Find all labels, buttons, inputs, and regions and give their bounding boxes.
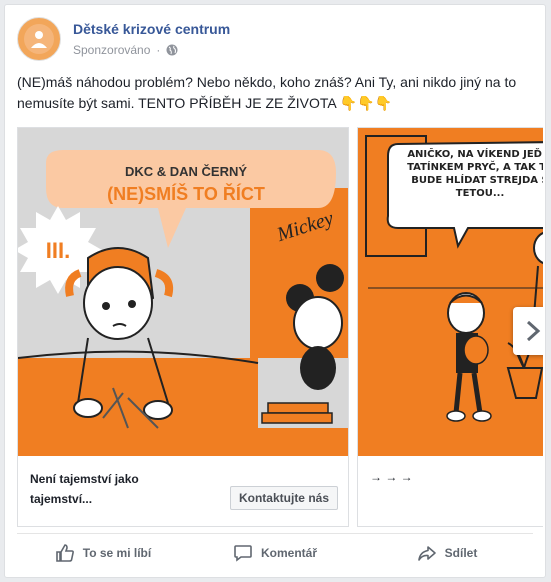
bubble-title: (NE)SMÍŠ TO ŘÍCT: [107, 183, 265, 204]
post-header: Dětské krizové centrum Sponzorováno ·: [17, 17, 533, 61]
post-actions-bar: To se mi líbí Komentář Sdílet: [17, 533, 533, 572]
thumbs-up-icon: [55, 544, 74, 562]
comic-speech-text: ANIČKO, NA VÍKEND JEĎ S TATÍNKEM PRYČ, A…: [407, 149, 543, 199]
like-button[interactable]: To se mi líbí: [17, 534, 189, 572]
comic-image-1[interactable]: Mickey DKC & DAN ČERNÝ (NE)SMÍŠ TO ŘÍCT …: [18, 128, 348, 456]
ad-carousel: Mickey DKC & DAN ČERNÝ (NE)SMÍŠ TO ŘÍCT …: [17, 127, 543, 532]
share-icon: [417, 546, 436, 561]
post-text: (NE)máš náhodou problém? Nebo někdo, koh…: [17, 74, 517, 111]
sponsored-label[interactable]: Sponzorováno: [73, 43, 150, 57]
carousel-card-1[interactable]: Mickey DKC & DAN ČERNÝ (NE)SMÍŠ TO ŘÍCT …: [17, 127, 349, 527]
share-button[interactable]: Sdílet: [361, 534, 533, 572]
sponsored-line: Sponzorováno ·: [73, 43, 178, 57]
like-label: To se mi líbí: [82, 546, 152, 560]
carousel-card-1-title[interactable]: Není tajemství jako tajemství...: [30, 469, 200, 509]
contact-us-button[interactable]: Kontaktujte nás: [229, 486, 338, 510]
comment-label: Komentář: [260, 546, 317, 560]
carousel-next-button[interactable]: [513, 307, 543, 355]
globe-icon[interactable]: [166, 44, 178, 56]
roman-numeral: III.: [46, 238, 70, 263]
carousel-card-1-footer: Není tajemství jako tajemství... Kontakt…: [18, 456, 348, 526]
chevron-right-icon: [526, 320, 541, 342]
page-avatar[interactable]: [17, 17, 61, 61]
comment-icon: [234, 545, 252, 562]
page-name-link[interactable]: Dětské krizové centrum: [73, 21, 230, 37]
sponsored-post-card: Dětské krizové centrum Sponzorováno · (N…: [4, 4, 546, 578]
comment-button[interactable]: Komentář: [189, 534, 361, 572]
comic-image-2[interactable]: ANIČKO, NA VÍKEND JEĎ S TATÍNKEM PRYČ, A…: [358, 128, 543, 456]
bubble-credit: DKC & DAN ČERNÝ: [125, 164, 247, 179]
carousel-card-2-title[interactable]: → → →: [370, 470, 413, 484]
dkc-logo-icon: [24, 24, 54, 54]
carousel-card-2-footer: → → →: [358, 456, 543, 526]
share-label: Sdílet: [444, 546, 478, 560]
